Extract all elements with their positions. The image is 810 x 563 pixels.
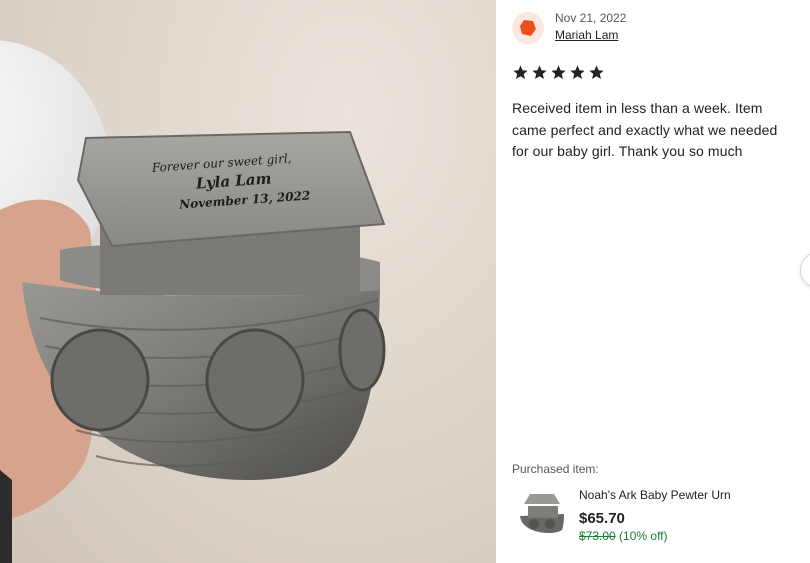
rating-stars bbox=[512, 64, 605, 81]
star-icon bbox=[588, 64, 605, 81]
discount-percent: (10% off) bbox=[619, 529, 668, 543]
product-thumbnail[interactable] bbox=[514, 490, 566, 542]
review-date: Nov 21, 2022 bbox=[555, 11, 627, 25]
review-text: Received item in less than a week. Item … bbox=[512, 100, 778, 159]
purchased-item-label: Purchased item: bbox=[512, 462, 599, 476]
product-price: $65.70 bbox=[579, 510, 625, 527]
urn-photo-image: Forever our sweet girl, Lyla Lam Novembe… bbox=[0, 40, 386, 563]
review-panel: Nov 21, 2022 Mariah Lam Received item in… bbox=[496, 0, 810, 563]
reviewer-name-link[interactable]: Mariah Lam bbox=[555, 28, 618, 42]
orange-hexagon-icon bbox=[520, 20, 536, 36]
star-icon bbox=[512, 64, 529, 81]
product-original-price: $73.00 (10% off) bbox=[579, 529, 668, 543]
star-icon bbox=[550, 64, 567, 81]
reviewer-avatar[interactable] bbox=[512, 12, 544, 44]
product-thumbnail-image bbox=[520, 494, 564, 534]
original-price-strikethrough: $73.00 bbox=[579, 529, 616, 543]
review-photo[interactable]: Forever our sweet girl, Lyla Lam Novembe… bbox=[0, 0, 496, 563]
star-icon bbox=[569, 64, 586, 81]
product-name-link[interactable]: Noah's Ark Baby Pewter Urn bbox=[579, 488, 731, 502]
star-icon bbox=[531, 64, 548, 81]
